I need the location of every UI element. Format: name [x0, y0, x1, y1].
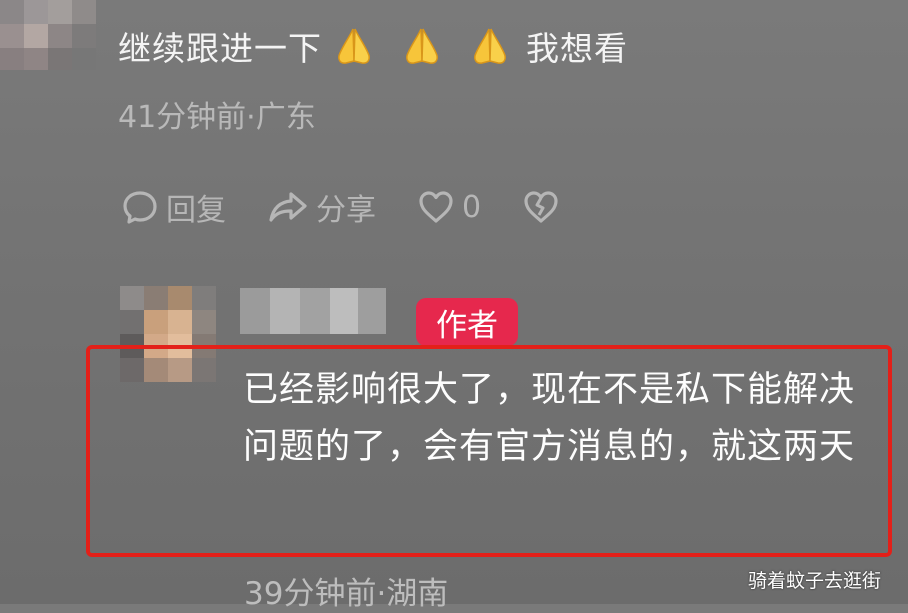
- like-button[interactable]: 0: [416, 187, 481, 227]
- dislike-button[interactable]: [521, 187, 567, 227]
- share-arrow-icon: [269, 192, 307, 222]
- heart-icon: [419, 191, 453, 223]
- folded-hands-icon: [400, 26, 444, 66]
- like-count: 0: [462, 189, 482, 225]
- reply-username-blurred[interactable]: [240, 288, 386, 334]
- comment-text: 继续跟进一下 我想看: [118, 22, 628, 70]
- avatar-top[interactable]: [0, 0, 96, 70]
- comment-meta: 41分钟前·广东: [118, 100, 316, 135]
- reply-button[interactable]: 回复: [120, 185, 226, 229]
- author-badge: 作者: [416, 298, 518, 346]
- comment-text-after: 我想看: [526, 29, 628, 68]
- watermark: 骑着蚊子去逛街: [748, 570, 882, 592]
- comment-text-before: 继续跟进一下: [118, 29, 322, 68]
- folded-hands-icon: [468, 26, 512, 66]
- comment-actions: 回复 分享 0: [120, 182, 607, 232]
- reply-meta: 39分钟前·湖南: [244, 576, 449, 612]
- share-label: 分享: [316, 193, 376, 228]
- share-button[interactable]: 分享: [266, 185, 376, 229]
- comment-bubble-icon: [123, 191, 157, 224]
- reply-text: 已经影响很大了，现在不是私下能解决问题的了，会有官方消息的，就这两天: [243, 370, 856, 467]
- folded-hands-icon: [332, 26, 376, 66]
- reply-label: 回复: [166, 193, 226, 228]
- broken-heart-icon: [524, 191, 558, 223]
